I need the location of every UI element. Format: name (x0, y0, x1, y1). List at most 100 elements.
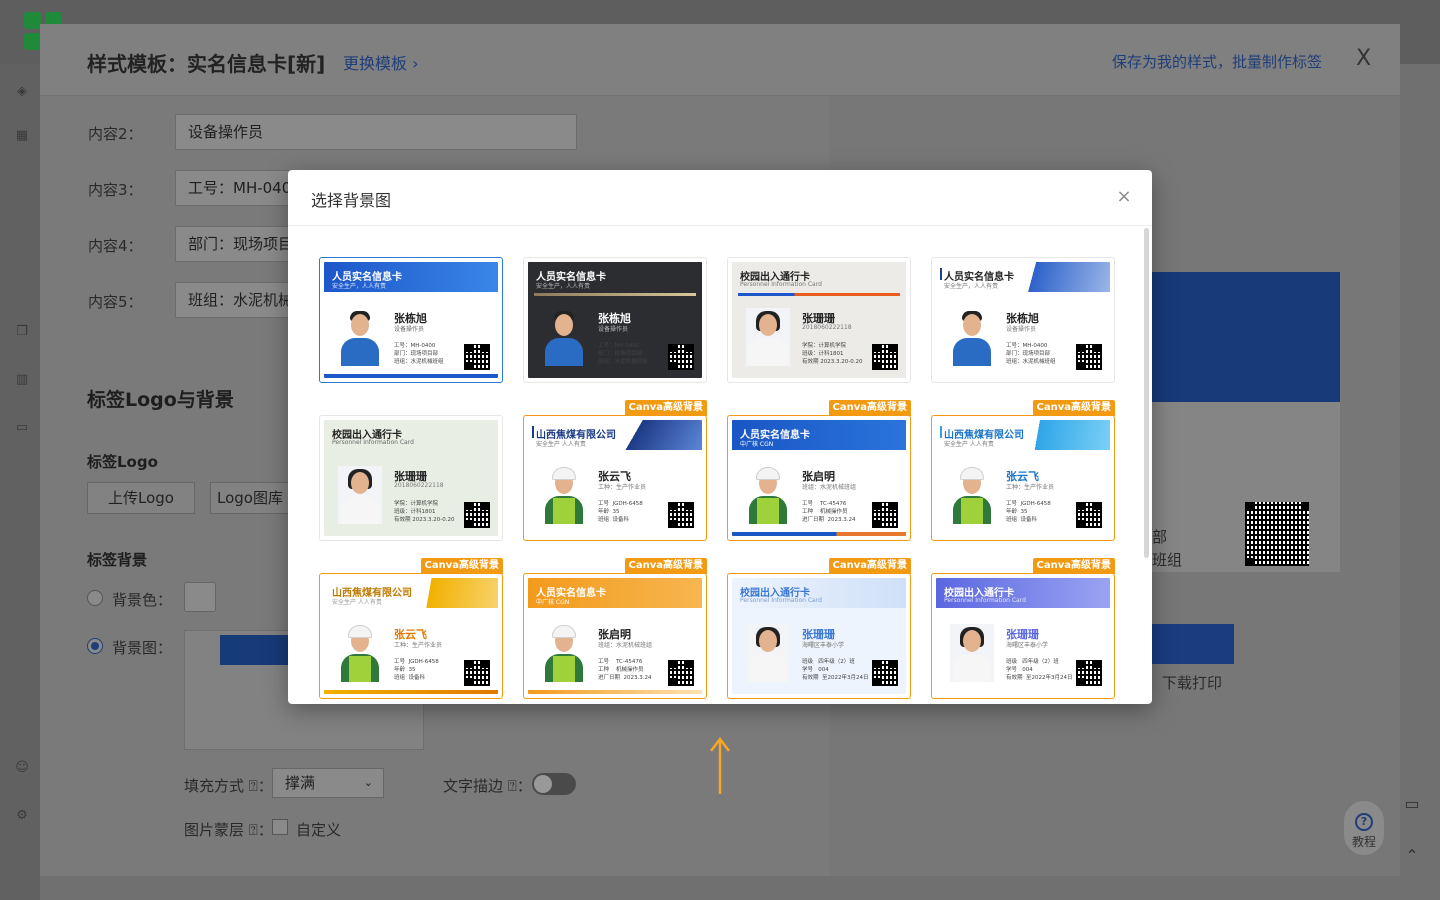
card-details: 学院：计算机学院 班级：计科1801 有效期 2023.3.20-0.20 (394, 501, 455, 523)
tutorial-label: 教程 (1351, 835, 1376, 849)
help-icon[interactable]: ⍰ (249, 821, 258, 839)
card-subtitle: 安全生产 人人有责 (944, 441, 994, 448)
card-qr-code (464, 660, 490, 686)
text-stroke-toggle[interactable] (532, 773, 576, 795)
background-grid: 人员实名信息卡 安全生产，人人有责 张栋旭 设备操作员 工号：MH-0400 部门：现场… (288, 226, 1152, 704)
card-subtitle: Personnel Information Card (944, 597, 1026, 604)
card-person-role: 班组：水泥机械班组 (802, 484, 857, 491)
card-person-role: 海曙区丰泰小学 (1006, 642, 1049, 649)
card-subtitle: 安全生产，人人有责 (536, 283, 591, 290)
background-option[interactable]: 人员实名信息卡 安全生产，人人有责 张栋旭 设备操作员 工号：MH-0400 部门：现场… (931, 257, 1115, 383)
tutorial-button[interactable]: ? 教程 (1343, 800, 1385, 856)
card-photo (338, 466, 382, 524)
card-photo (950, 466, 994, 524)
background-option[interactable]: 人员实名信息卡 安全生产，人人有责 张栋旭 设备操作员 工号：MH-0400 部门：现场… (319, 257, 503, 383)
image-mask-label: 图片蒙层 ⍰： (184, 821, 273, 839)
back-to-top-icon[interactable]: ⌃ (1398, 842, 1426, 870)
card-thumbnail: 人员实名信息卡 中广核 CGN 张启明 班组：水泥机械班组 工号 TC-45476 工种… (732, 420, 906, 536)
background-option[interactable]: 人员实名信息卡 中广核 CGN 张启明 班组：水泥机械班组 工号 TC-45476 工种… (727, 400, 911, 541)
select-background-dialog: 选择背景图 × 人员实名信息卡 安全生产，人人有责 张栋旭 设备操作员 工号：MH-04… (288, 170, 1152, 704)
card-qr-code (668, 660, 694, 686)
card-details: 工号 JGDH-6458 年龄 35 班组 设备科 (394, 659, 439, 681)
field-label: 内容2： (88, 125, 143, 143)
card-person-role: 设备操作员 (1006, 326, 1037, 333)
content2-input[interactable]: 设备操作员 (175, 114, 577, 150)
save-as-my-style-link[interactable]: 保存为我的样式，批量制作标签 (1112, 51, 1322, 72)
background-option[interactable]: 校园出入通行卡 Personnel Information Card 张珊珊 海曙区丰… (727, 558, 911, 699)
dialog-header: 选择背景图 × (288, 170, 1152, 226)
background-option[interactable]: 山西焦煤有限公司 安全生产 人人有责 张云飞 工种：生产作业员 工号 JGDH-6458… (523, 400, 707, 541)
fill-mode-select[interactable]: 撑满 ⌄ (272, 768, 384, 798)
card-qr-code (668, 344, 694, 370)
card-accent-bar (532, 426, 534, 438)
preview-qr-code (1245, 502, 1309, 566)
card-qr-code (464, 344, 490, 370)
switch-template-link[interactable]: 更换模板 › (343, 50, 419, 74)
card-details: 工号 JGDH-6458 年龄 35 班组 设备科 (1006, 501, 1051, 523)
card-thumbnail: 山西焦煤有限公司 安全生产 人人有责 张云飞 工种：生产作业员 工号 JGDH-6458… (324, 578, 498, 694)
text-stroke-label: 文字描边 ⍰： (443, 777, 532, 795)
custom-label: 自定义 (296, 821, 342, 839)
gear-icon[interactable]: ⚙ (14, 808, 30, 824)
card-person-role: 班组：水泥机械班组 (598, 642, 653, 649)
card-qr-code (872, 660, 898, 686)
chart-icon[interactable]: ▥ (14, 372, 30, 388)
card-qr-code (872, 344, 898, 370)
card-thumbnail: 人员实名信息卡 安全生产，人人有责 张栋旭 设备操作员 工号：MH-0400 部门：现场… (936, 262, 1110, 378)
card-details: 学院：计算机学院 班级：计科1801 有效期 2023.3.20-0.20 (802, 343, 863, 365)
upload-logo-button[interactable]: 上传Logo (87, 482, 195, 514)
logo-library-button[interactable]: Logo图库 (210, 482, 290, 514)
bg-subtitle: 标签背景 (87, 551, 148, 569)
preview-team-text: 班组 (1152, 551, 1183, 569)
card-thumbnail: 校园出入通行卡 Personnel Information Card 张珊珊 2018… (324, 420, 498, 536)
card-subtitle: Personnel Information Card (332, 439, 414, 446)
grid-icon[interactable]: ▦ (14, 128, 30, 144)
card-qr-code (872, 502, 898, 528)
question-icon: ? (1355, 813, 1373, 831)
download-print-link[interactable]: 下载打印 (1162, 672, 1222, 693)
close-icon[interactable]: × (1114, 187, 1134, 207)
panel-close-button[interactable]: X (1356, 46, 1371, 71)
briefcase-icon[interactable]: ▭ (14, 420, 30, 436)
card-details: 工号：MH-0400 部门：现场项目部 班组：水泥机械班组 (598, 343, 648, 365)
bg-color-swatch[interactable] (184, 582, 216, 612)
bg-image-radio[interactable] (87, 638, 103, 654)
help-icon[interactable]: ⍰ (249, 777, 258, 795)
card-person-role: 海曙区丰泰小学 (802, 642, 845, 649)
card-photo (746, 466, 790, 524)
background-option[interactable]: 人员实名信息卡 安全生产，人人有责 张栋旭 设备操作员 工号：MH-0400 部门：现场… (523, 257, 707, 383)
card-bottom-band (324, 374, 498, 378)
card-thumbnail: 山西焦煤有限公司 安全生产 人人有责 张云飞 工种：生产作业员 工号 JGDH-6458… (936, 420, 1110, 536)
card-details: 工号 JGDH-6458 年龄 35 班组 设备科 (598, 501, 643, 523)
premium-badge: Canva高级背景 (828, 558, 911, 574)
card-thumbnail: 人员实名信息卡 安全生产，人人有责 张栋旭 设备操作员 工号：MH-0400 部门：现场… (324, 262, 498, 378)
copy-icon[interactable]: ❐ (14, 324, 30, 340)
preview-print-button[interactable] (1150, 624, 1234, 664)
card-qr-code (668, 502, 694, 528)
background-option[interactable]: 山西焦煤有限公司 安全生产 人人有责 张云飞 工种：生产作业员 工号 JGDH-6458… (319, 558, 503, 699)
card-thumbnail: 人员实名信息卡 安全生产，人人有责 张栋旭 设备操作员 工号：MH-0400 部门：现场… (528, 262, 702, 378)
card-qr-code (1076, 660, 1102, 686)
bg-color-radio[interactable] (87, 590, 103, 606)
background-option[interactable]: 校园出入通行卡 Personnel Information Card 张珊珊 海曙区丰… (931, 558, 1115, 699)
panel-title: 样式模板：实名信息卡[新] (87, 52, 326, 76)
card-details: 工号 TC-45476 工种 机械操作员 进厂日期 2023.3.24 (598, 659, 652, 681)
background-option[interactable]: 山西焦煤有限公司 安全生产 人人有责 张云飞 工种：生产作业员 工号 JGDH-6458… (931, 400, 1115, 541)
card-photo (542, 466, 586, 524)
chat-icon[interactable]: ▭ (1398, 790, 1426, 818)
fill-mode-label: 填充方式 ⍰： (184, 777, 273, 795)
card-details: 工号：MH-0400 部门：现场项目部 班组：水泥机械班组 (1006, 343, 1056, 365)
background-option[interactable]: 校园出入通行卡 Personnel Information Card 张珊珊 2018… (727, 257, 911, 383)
background-option[interactable]: 校园出入通行卡 Personnel Information Card 张珊珊 2018… (319, 415, 503, 541)
background-option[interactable]: 人员实名信息卡 中广核 CGN 张启明 班组：水泥机械班组 工号 TC-45476 工种… (523, 558, 707, 699)
custom-mask-checkbox[interactable] (272, 819, 288, 835)
card-details: 班级 四年级（2）班 学号 004 有效期 至2022年3月24日 (802, 659, 869, 681)
user-icon[interactable]: ☺ (14, 760, 30, 776)
cube-icon[interactable]: ◈ (14, 84, 30, 100)
scrollbar-thumb[interactable] (1144, 228, 1149, 558)
card-person-role: 设备操作员 (598, 326, 629, 333)
card-thumbnail: 山西焦煤有限公司 安全生产 人人有责 张云飞 工种：生产作业员 工号 JGDH-6458… (528, 420, 702, 536)
help-icon[interactable]: ⍰ (508, 777, 517, 795)
card-person-role: 工种：生产作业员 (394, 642, 443, 649)
premium-badge: Canva高级背景 (1032, 400, 1115, 416)
